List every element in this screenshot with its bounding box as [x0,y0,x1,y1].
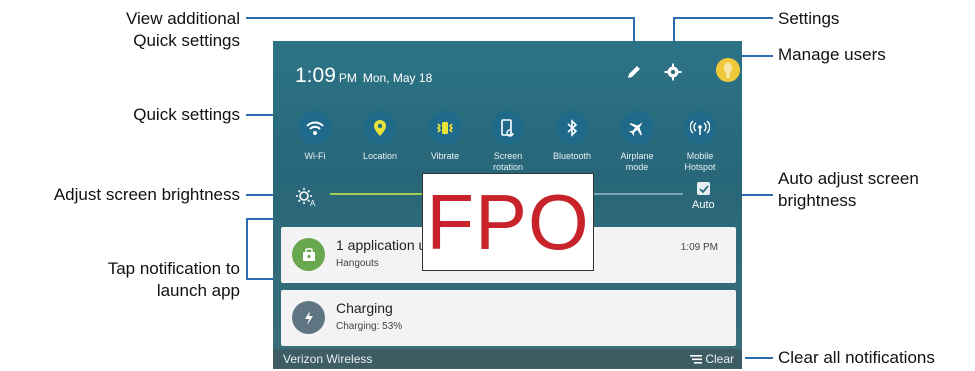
screen-rotation-icon [491,111,525,145]
auto-brightness-checkbox[interactable] [697,182,710,195]
carrier-label: Verizon Wireless [283,352,373,366]
callout-tap-notification: Tap notification to launch app [107,259,240,300]
callout-clear-all: Clear all notifications [778,348,935,367]
clear-label: Clear [705,352,734,366]
qs-mobile-hotspot[interactable]: Mobile Hotspot [669,111,731,173]
callout-auto-adjust: Auto adjust screen brightness [778,169,919,210]
leader-tap-notification-top [246,218,274,220]
location-icon [363,111,397,145]
leader-settings-h [673,17,773,19]
charging-icon [292,301,325,334]
callout-adjust-brightness: Adjust screen brightness [53,185,240,204]
leader-tap-notification [246,218,248,280]
clear-all-button[interactable]: Clear [690,352,734,366]
qs-bluetooth[interactable]: Bluetooth [541,111,603,162]
notification-time: 1:09 PM [680,242,718,253]
airplane-icon [620,111,654,145]
leader-view-additional-h [246,17,634,19]
notification-subtitle: Charging: 53% [336,321,403,332]
status-date: Mon, May 18 [362,71,433,85]
user-avatar-icon[interactable] [716,58,740,82]
notification-subtitle: Hangouts [336,258,379,269]
notification-title: 1 application u [336,237,427,253]
callout-manage-users: Manage users [778,45,886,64]
notification-panel: 1:09 PM Mon, May 18 Wi-Fi Location Vibrate… [273,41,742,369]
callout-settings: Settings [778,9,840,28]
brightness-slider-filled[interactable] [330,193,430,195]
leader-clear-all [745,357,773,359]
wifi-icon [298,111,332,145]
auto-brightness-label: Auto [692,199,715,211]
vibrate-icon [428,111,462,145]
callout-view-additional: View additional Quick settings [125,9,240,50]
bottom-bar: Verizon Wireless Clear [273,349,742,369]
qs-airplane-mode[interactable]: Airplane mode [606,111,668,173]
qs-vibrate[interactable]: Vibrate [414,111,476,162]
clock-time: 1:09 [295,64,336,87]
hangouts-icon [292,238,325,271]
gear-icon[interactable] [662,61,684,83]
hotspot-icon [683,111,717,145]
fpo-placeholder: FPO [422,173,594,271]
clear-list-icon [690,355,703,364]
brightness-auto-icon[interactable]: A [295,187,317,212]
status-row: 1:09 PM Mon, May 18 [295,64,432,88]
callout-quick-settings: Quick settings [133,105,240,124]
notification-charging[interactable]: Charging Charging: 53% [281,290,736,346]
brightness-slider-track[interactable] [593,193,683,195]
bluetooth-icon [555,111,589,145]
qs-location[interactable]: Location [349,111,411,162]
svg-text:A: A [310,199,316,207]
pencil-icon[interactable] [623,61,645,83]
leader-tap-notification-bottom [246,278,274,280]
clock-ampm: PM [338,71,357,85]
qs-screen-rotation[interactable]: Screen rotation [477,111,539,173]
notification-title: Charging [336,300,393,316]
qs-wifi[interactable]: Wi-Fi [284,111,346,162]
